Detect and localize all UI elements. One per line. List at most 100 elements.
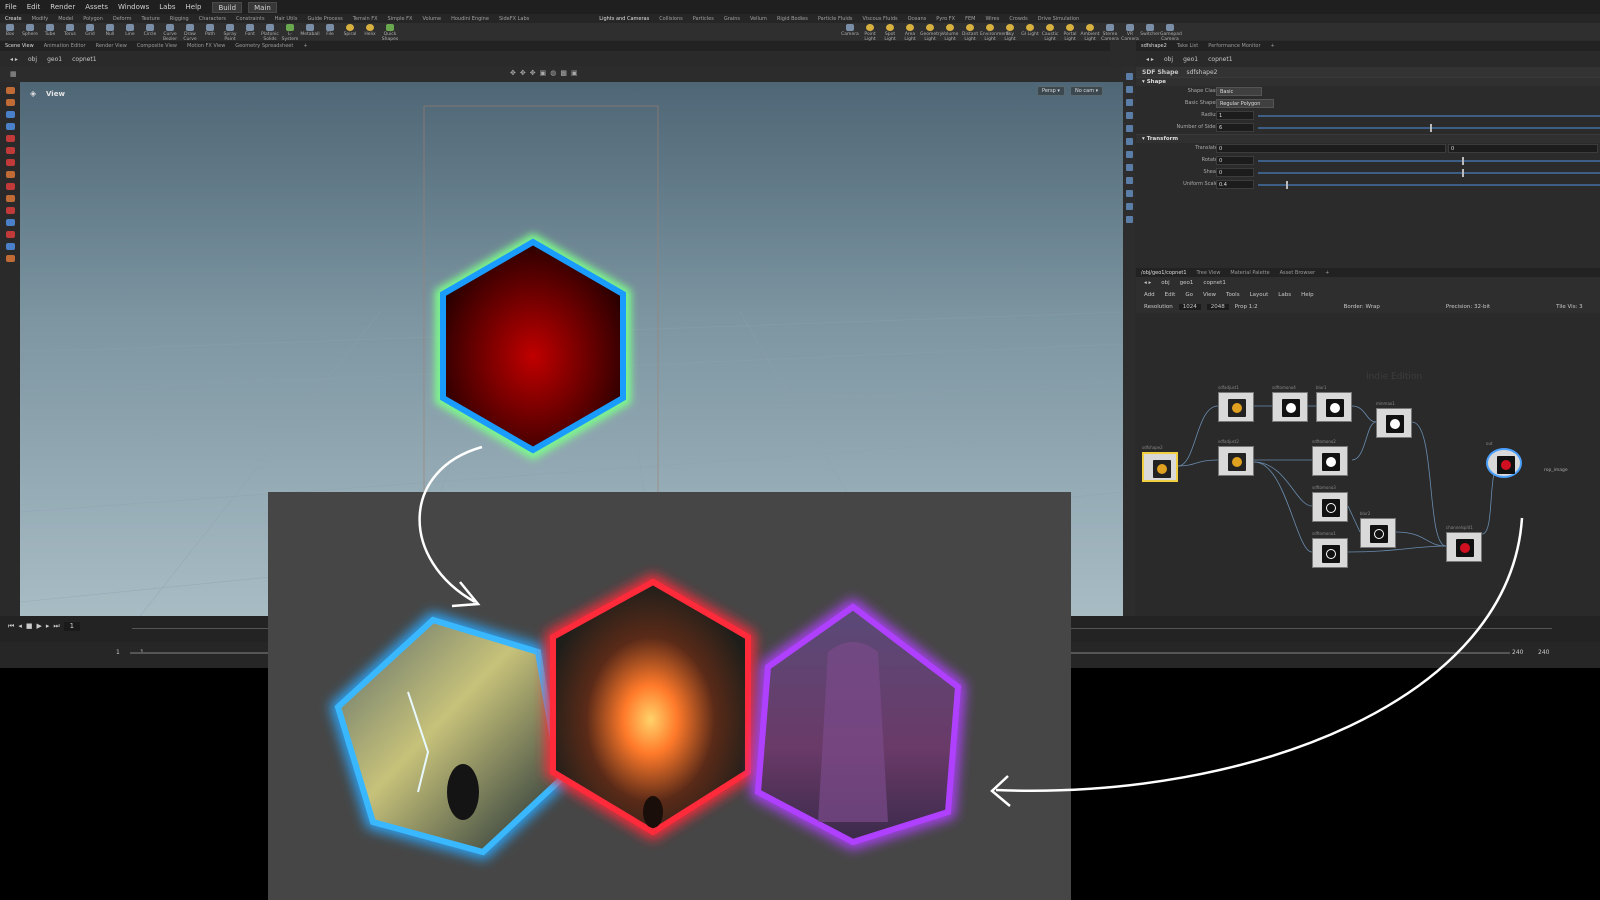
shelf-tab[interactable]: Guide Process	[302, 16, 347, 22]
shape-class-dropdown[interactable]: Basic	[1216, 87, 1262, 96]
tool-grid[interactable]: Grid	[80, 23, 100, 40]
tool-geometry-light[interactable]: Geometry Light	[920, 23, 942, 42]
menu-tools[interactable]: Tools	[1226, 292, 1240, 298]
tool-caustic-light[interactable]: Caustic Light	[1040, 23, 1060, 42]
menu-help[interactable]: Help	[181, 3, 207, 11]
display-icon[interactable]	[1125, 203, 1133, 210]
shear-field[interactable]: 0	[1216, 168, 1254, 177]
tool-environment-light[interactable]: Environment Light	[980, 23, 1009, 42]
tool-portal-light[interactable]: Portal Light	[1060, 23, 1080, 42]
shear-slider-knob[interactable]	[1462, 169, 1464, 177]
scale-tool-icon[interactable]	[5, 123, 15, 130]
shelf-tab[interactable]: Collisions	[654, 16, 688, 22]
display-icon[interactable]	[1125, 190, 1133, 197]
paint-tool-icon[interactable]	[5, 207, 15, 214]
tool-point-light[interactable]: Point Light	[860, 23, 880, 42]
menu-file[interactable]: File	[0, 3, 22, 11]
shelf-tab[interactable]: Grains	[719, 16, 745, 22]
network-node[interactable]: blur2	[1360, 511, 1396, 548]
network-graph[interactable]: Indie Edition sdfshape2 sdfadjust1 sdfad…	[1136, 322, 1600, 616]
step-forward-icon[interactable]: ▸	[46, 622, 50, 631]
tool-line[interactable]: Line	[120, 23, 140, 40]
stop-icon[interactable]: ■	[26, 622, 33, 631]
menu-layout[interactable]: Layout	[1250, 292, 1269, 298]
shelf-tab[interactable]: Particle Fluids	[813, 16, 858, 22]
display-icon[interactable]	[1125, 164, 1133, 171]
translate-y-field[interactable]: 0	[1448, 144, 1598, 153]
tool-draw-curve[interactable]: Draw Curve	[180, 23, 200, 42]
tool-switcher[interactable]: Switcher	[1140, 23, 1160, 40]
brush-tool-icon[interactable]	[5, 195, 15, 202]
sides-slider[interactable]	[1258, 127, 1600, 129]
shelf-tab[interactable]: Pyro FX	[931, 16, 960, 22]
tool-helix[interactable]: Helix	[360, 23, 380, 40]
tool-spiral[interactable]: Spiral	[340, 23, 360, 40]
shelf-tab[interactable]: Modify	[27, 16, 54, 22]
tool-platonic[interactable]: Platonic Solids	[260, 23, 280, 42]
shelf-tab[interactable]: Viscous Fluids	[858, 16, 903, 22]
path-copnet1[interactable]: copnet1	[72, 56, 96, 63]
handle-tool-icon[interactable]	[5, 135, 15, 142]
shelf-tab[interactable]: Constraints	[231, 16, 270, 22]
shelf-tab[interactable]: FEM	[960, 16, 980, 22]
tool-gamepad-camera[interactable]: Gamepad Camera	[1160, 23, 1182, 42]
display-icon[interactable]	[1125, 99, 1133, 106]
tool-stereo-camera[interactable]: Stereo Camera	[1100, 23, 1120, 42]
tool-metaball[interactable]: Metaball	[300, 23, 320, 40]
tab-param-node[interactable]: sdfshape2	[1136, 43, 1172, 49]
shelf-tab[interactable]: Characters	[194, 16, 231, 22]
tool-file[interactable]: File	[320, 23, 340, 40]
shelf-tab[interactable]: Simple FX	[383, 16, 418, 22]
display-icon[interactable]	[1125, 151, 1133, 158]
shelf-tab[interactable]: Vellum	[745, 16, 772, 22]
shelf-tab[interactable]: Houdini Engine	[446, 16, 494, 22]
desktop-selector[interactable]: Build	[212, 1, 243, 13]
tab-render-view[interactable]: Render View	[91, 43, 132, 49]
shelf-tab[interactable]: Rigging	[165, 16, 194, 22]
display-icon[interactable]	[1125, 125, 1133, 132]
move-tool-icon[interactable]	[5, 99, 15, 106]
tool-spot-light[interactable]: Spot Light	[880, 23, 900, 42]
tool-vr-camera[interactable]: VR Camera	[1120, 23, 1140, 42]
network-node[interactable]: sdfadjust2	[1218, 439, 1254, 476]
node-name[interactable]: sdfshape2	[1187, 69, 1218, 76]
sides-field[interactable]: 6	[1216, 123, 1254, 132]
menu-add[interactable]: Add	[1144, 292, 1155, 298]
tab-material-palette[interactable]: Material Palette	[1225, 270, 1274, 276]
menu-edit[interactable]: Edit	[1165, 292, 1176, 298]
tool-lsystem[interactable]: L-System	[280, 23, 300, 42]
menu-help[interactable]: Help	[1301, 292, 1314, 298]
snap-tool-icon[interactable]	[5, 171, 15, 178]
display-icon[interactable]	[1125, 216, 1133, 223]
step-back-icon[interactable]: ◂	[18, 622, 22, 631]
tool-box[interactable]: Box	[0, 23, 20, 40]
uniform-scale-slider[interactable]	[1258, 184, 1600, 186]
path-geo1[interactable]: geo1	[47, 56, 62, 63]
resolution-x-field[interactable]: 1024	[1178, 304, 1201, 310]
shelf-tab[interactable]: Lights and Cameras	[594, 16, 654, 22]
shelf-tab[interactable]: Texture	[136, 16, 164, 22]
tool-volume-light[interactable]: Volume Light	[940, 23, 960, 42]
tool-tube[interactable]: Tube	[40, 23, 60, 40]
range-end2-field[interactable]: 240	[1538, 649, 1549, 656]
menu-go[interactable]: Go	[1185, 292, 1193, 298]
display-options-icon[interactable]: ✥✥✥▣◍▩▣	[510, 69, 582, 77]
jump-start-icon[interactable]: ⏮	[8, 622, 14, 631]
select-tool-icon[interactable]	[5, 87, 15, 94]
path-copnet1[interactable]: copnet1	[1208, 56, 1232, 63]
section-transform[interactable]: ▾ Transform	[1136, 134, 1600, 143]
shelf-tab[interactable]: Volume	[417, 16, 446, 22]
tab-network[interactable]: /obj/geo1/copnet1	[1136, 270, 1192, 276]
tool-font[interactable]: Font	[240, 23, 260, 40]
shelf-tab[interactable]: Particles	[688, 16, 719, 22]
camera-tool-icon[interactable]	[5, 243, 15, 250]
back-icon[interactable]: ◂ ▸	[1144, 280, 1151, 286]
sides-slider-knob[interactable]	[1430, 124, 1432, 132]
shelf-tab[interactable]: Hair Utils	[270, 16, 303, 22]
tab-asset-browser[interactable]: Asset Browser	[1275, 270, 1321, 276]
network-node[interactable]: sdfadjust1	[1218, 385, 1254, 422]
tool-ambient-light[interactable]: Ambient Light	[1080, 23, 1100, 42]
radius-slider[interactable]	[1258, 115, 1600, 117]
tab-geometry-spreadsheet[interactable]: Geometry Spreadsheet	[230, 43, 298, 49]
add-tab-icon[interactable]: +	[298, 43, 312, 49]
